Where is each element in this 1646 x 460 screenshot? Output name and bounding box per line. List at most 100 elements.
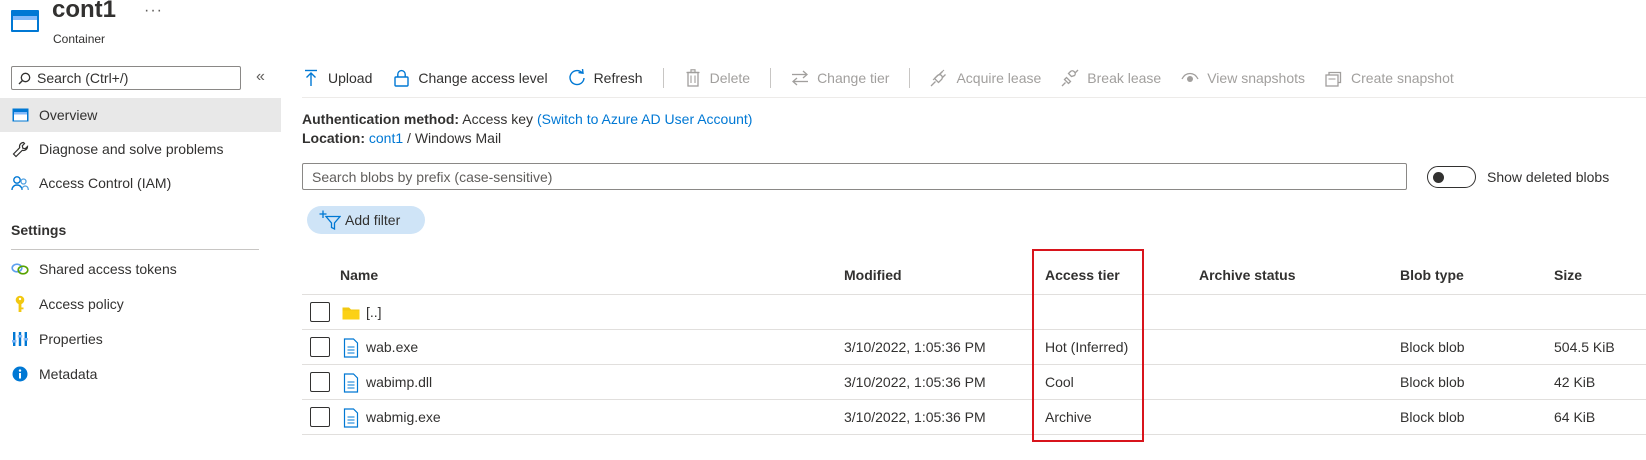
plug-icon <box>930 69 948 87</box>
row-checkbox[interactable] <box>310 337 330 357</box>
blob-name-link[interactable]: wabmig.exe <box>366 409 441 425</box>
collapse-sidebar-button[interactable]: « <box>256 68 265 86</box>
sidebar-search-input[interactable] <box>37 70 227 86</box>
row-checkbox[interactable] <box>310 372 330 392</box>
sidebar-item-metadata[interactable]: Metadata <box>0 357 281 391</box>
sidebar-item-label: Overview <box>39 107 98 123</box>
change-access-level-label: Change access level <box>418 70 548 86</box>
refresh-button[interactable]: Refresh <box>568 69 643 87</box>
row-checkbox[interactable] <box>310 407 330 427</box>
file-icon <box>343 408 359 428</box>
blob-type: Block blob <box>1400 339 1465 355</box>
table-row[interactable]: wabimp.dll 3/10/2022, 1:05:36 PM Cool Bl… <box>302 365 1646 400</box>
upload-icon <box>302 69 320 87</box>
sidebar-item-overview[interactable]: Overview <box>0 98 281 132</box>
table-row[interactable]: wab.exe 3/10/2022, 1:05:36 PM Hot (Infer… <box>302 330 1646 365</box>
auth-method-value: Access key <box>462 111 534 127</box>
container-icon <box>11 10 39 32</box>
info-icon <box>11 365 29 383</box>
blob-search-box[interactable] <box>302 163 1407 190</box>
trash-icon <box>684 69 702 87</box>
toolbar-divider <box>302 97 1646 98</box>
delete-button[interactable]: Delete <box>684 69 750 87</box>
blob-name-link[interactable]: wabimp.dll <box>366 374 432 390</box>
iam-icon <box>11 174 29 192</box>
more-options-button[interactable]: ··· <box>144 2 163 20</box>
sidebar-item-diagnose[interactable]: Diagnose and solve problems <box>0 132 281 166</box>
column-header-size[interactable]: Size <box>1554 267 1582 283</box>
column-header-blob-type[interactable]: Blob type <box>1400 267 1464 283</box>
page-title: cont1 <box>52 0 117 23</box>
break-lease-label: Break lease <box>1087 70 1162 86</box>
delete-label: Delete <box>709 70 751 86</box>
change-access-level-button[interactable]: Change access level <box>392 69 548 87</box>
sidebar-item-shared-access-tokens[interactable]: Shared access tokens <box>0 252 281 286</box>
blob-size: 504.5 KiB <box>1554 339 1615 355</box>
location-path: Windows Mail <box>414 130 502 146</box>
table-row-parent[interactable]: [..] <box>302 295 1646 330</box>
blob-size: 64 KiB <box>1554 409 1596 425</box>
blob-search-input[interactable] <box>312 168 1392 185</box>
access-tier-highlight-box <box>1032 249 1144 442</box>
upload-label: Upload <box>328 70 373 86</box>
sidebar-item-label: Access Control (IAM) <box>39 175 172 191</box>
blob-modified: 3/10/2022, 1:05:36 PM <box>844 409 986 425</box>
command-bar: Upload Change access level Refresh Delet… <box>302 64 1474 92</box>
column-header-archive-status[interactable]: Archive status <box>1199 267 1295 283</box>
broken-plug-icon <box>1061 69 1079 87</box>
location-label: Location: <box>302 130 365 146</box>
show-deleted-blobs-toggle[interactable] <box>1427 166 1476 188</box>
link-icon <box>11 260 29 278</box>
toolbar-separator <box>770 68 772 88</box>
parent-folder-link[interactable]: [..] <box>366 304 382 320</box>
show-deleted-blobs-label: Show deleted blobs <box>1487 169 1610 185</box>
settings-section-title: Settings <box>11 222 67 238</box>
eye-icon <box>1181 69 1199 87</box>
acquire-lease-button[interactable]: Acquire lease <box>930 69 1041 87</box>
sidebar-item-label: Metadata <box>39 366 98 382</box>
add-filter-icon <box>319 210 341 230</box>
add-filter-label: Add filter <box>345 212 401 228</box>
sidebar-item-label: Properties <box>39 331 103 347</box>
overview-icon <box>11 106 29 124</box>
column-header-name[interactable]: Name <box>340 267 378 283</box>
refresh-label: Refresh <box>593 70 643 86</box>
sidebar-item-properties[interactable]: Properties <box>0 322 281 356</box>
view-snapshots-label: View snapshots <box>1207 70 1306 86</box>
change-tier-button[interactable]: Change tier <box>791 69 889 87</box>
location-separator: / <box>407 130 411 146</box>
auth-method-line: Authentication method: Access key (Switc… <box>302 111 752 127</box>
change-tier-label: Change tier <box>817 70 890 86</box>
key-icon <box>11 295 29 313</box>
sidebar-divider <box>11 249 259 250</box>
sidebar-item-label: Diagnose and solve problems <box>39 141 224 157</box>
add-filter-button[interactable]: Add filter <box>307 206 425 234</box>
toggle-knob <box>1433 172 1444 183</box>
sidebar-item-access-policy[interactable]: Access policy <box>0 287 281 321</box>
row-checkbox[interactable] <box>310 302 330 322</box>
switch-auth-link[interactable]: (Switch to Azure AD User Account) <box>537 111 753 127</box>
folder-icon <box>342 307 360 320</box>
blob-type: Block blob <box>1400 374 1465 390</box>
blob-modified: 3/10/2022, 1:05:36 PM <box>844 374 986 390</box>
file-icon <box>343 373 359 393</box>
column-header-modified[interactable]: Modified <box>844 267 902 283</box>
upload-button[interactable]: Upload <box>302 69 372 87</box>
blob-size: 42 KiB <box>1554 374 1596 390</box>
view-snapshots-button[interactable]: View snapshots <box>1181 69 1305 87</box>
acquire-lease-label: Acquire lease <box>956 70 1042 86</box>
blob-name-link[interactable]: wab.exe <box>366 339 418 355</box>
page-subtitle: Container <box>53 32 106 46</box>
sidebar-search[interactable] <box>11 66 241 90</box>
sidebar-item-label: Access policy <box>39 296 124 312</box>
auth-method-label: Authentication method: <box>302 111 460 127</box>
table-row[interactable]: wabmig.exe 3/10/2022, 1:05:36 PM Archive… <box>302 400 1646 435</box>
properties-icon <box>11 330 29 348</box>
sidebar-item-iam[interactable]: Access Control (IAM) <box>0 166 281 200</box>
swap-arrows-icon <box>791 69 809 87</box>
sidebar-item-label: Shared access tokens <box>39 261 177 277</box>
location-container-link[interactable]: cont1 <box>369 130 403 146</box>
file-icon <box>343 338 359 358</box>
break-lease-button[interactable]: Break lease <box>1061 69 1161 87</box>
create-snapshot-button[interactable]: Create snapshot <box>1325 69 1454 87</box>
